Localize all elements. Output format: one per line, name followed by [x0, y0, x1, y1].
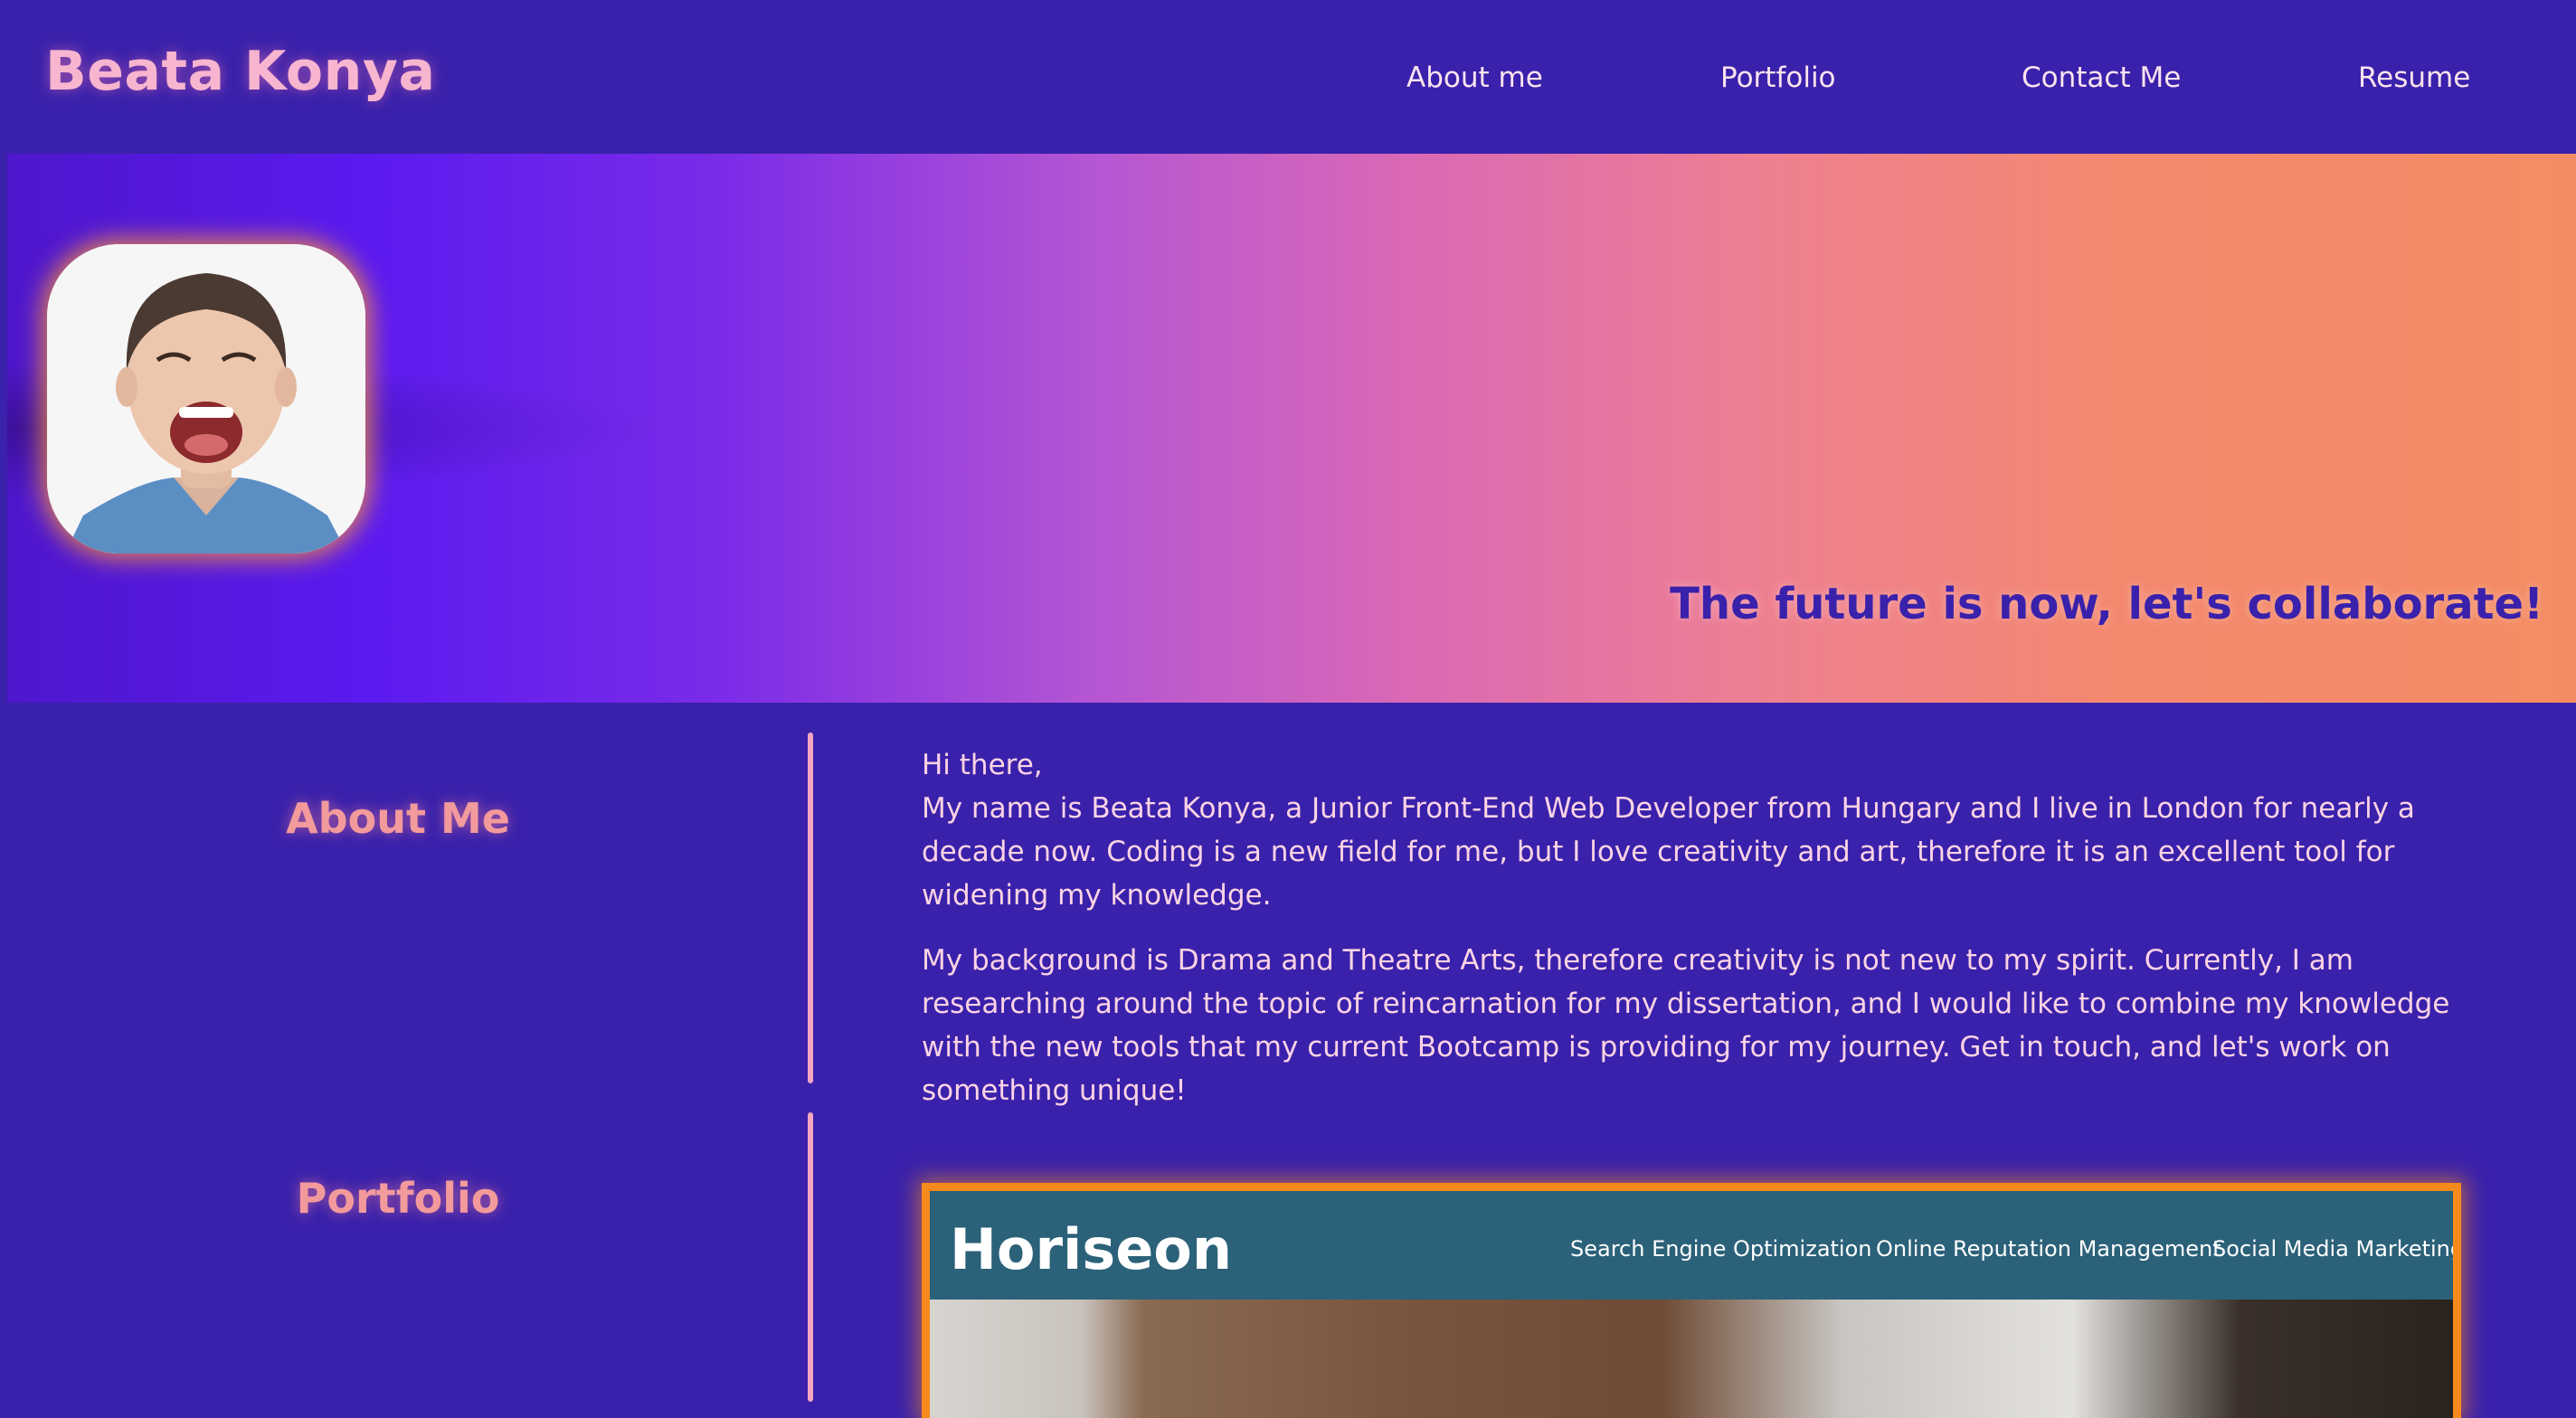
portfolio-divider [808, 1112, 813, 1402]
about-paragraph-intro: My name is Beata Konya, a Junior Front-E… [922, 792, 2415, 912]
profile-portrait [47, 244, 365, 553]
about-heading: About Me [286, 794, 510, 843]
profile-photo [47, 244, 365, 553]
nav-resume[interactable]: Resume [2358, 61, 2470, 94]
nav-about-me[interactable]: About me [1406, 61, 1543, 94]
about-paragraph-background: My background is Drama and Theatre Arts,… [922, 944, 2450, 1107]
project-preview-header: Horiseon Search Engine Optimization Onli… [930, 1191, 2453, 1300]
about-greeting: Hi there, [922, 749, 1043, 781]
project-nav-orm: Online Reputation Management [1876, 1236, 2221, 1262]
about-text: Hi there, My name is Beata Konya, a Juni… [922, 743, 2450, 1112]
nav-contact-me[interactable]: Contact Me [2022, 61, 2181, 94]
project-nav-smm: Social Media Marketing [2212, 1236, 2461, 1262]
hero-tagline: The future is now, let's collaborate! [1670, 579, 2543, 629]
project-nav-seo: Search Engine Optimization [1570, 1236, 1872, 1262]
portfolio-heading: Portfolio [296, 1174, 500, 1223]
brand-name[interactable]: Beata Konya [45, 40, 435, 103]
project-logo: Horiseon [950, 1216, 1232, 1282]
hero-banner: The future is now, let's collaborate! [7, 154, 2576, 703]
project-preview-image [930, 1300, 2453, 1418]
site-header: Beata Konya About me Portfolio Contact M… [0, 0, 2576, 154]
project-card-horiseon[interactable]: Horiseon Search Engine Optimization Onli… [922, 1183, 2461, 1418]
nav-portfolio[interactable]: Portfolio [1720, 61, 1836, 94]
about-divider [808, 733, 813, 1083]
